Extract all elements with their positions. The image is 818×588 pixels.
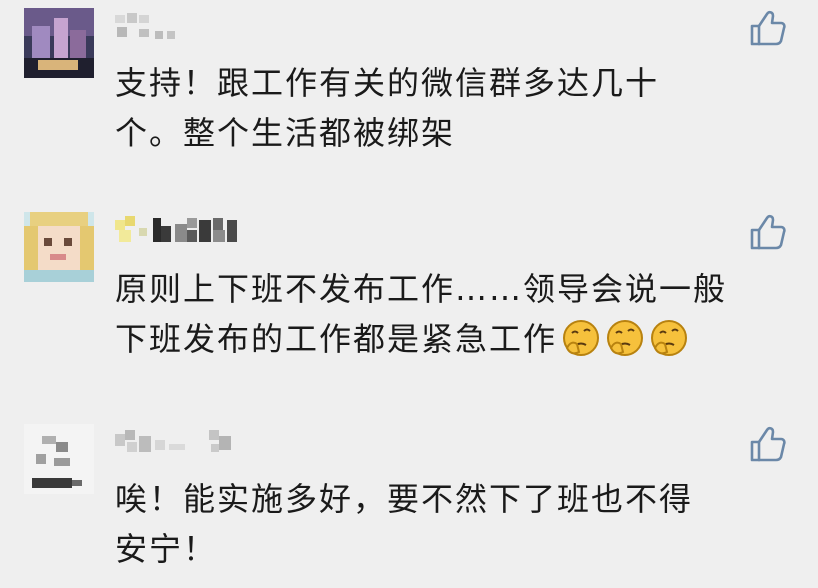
comment-text-line-2: 个。整个生活都被绑架 [115, 114, 456, 152]
username-pixelated[interactable] [115, 212, 295, 248]
username-pixelated[interactable] [115, 8, 295, 44]
thinking-face-emoji [649, 318, 689, 358]
thumbs-up-icon[interactable] [748, 212, 788, 252]
avatar[interactable] [24, 8, 94, 78]
thinking-face-emoji [605, 318, 645, 358]
comment-text-line-2: 安宁！ [115, 530, 218, 568]
comment-text: 原则上下班不发布工作……领导会说一般 下班发布的工作都是紧急工作 [115, 264, 785, 364]
comment-text-line-1: 唉！能实施多好，要不然下了班也不得 [115, 480, 694, 518]
comment-item: 原则上下班不发布工作……领导会说一般 下班发布的工作都是紧急工作 [0, 212, 818, 402]
thumbs-up-icon[interactable] [748, 8, 788, 48]
comment-text: 支持！跟工作有关的微信群多达几十 个。整个生活都被绑架 [115, 58, 785, 158]
comment-text-line-1: 支持！跟工作有关的微信群多达几十 [115, 64, 660, 102]
avatar[interactable] [24, 212, 94, 282]
thumbs-up-icon[interactable] [748, 424, 788, 464]
comment-item: 唉！能实施多好，要不然下了班也不得 安宁！ [0, 424, 818, 588]
comment-item: 支持！跟工作有关的微信群多达几十 个。整个生活都被绑架 [0, 8, 818, 188]
thinking-face-emoji [561, 318, 601, 358]
comment-text: 唉！能实施多好，要不然下了班也不得 安宁！ [115, 474, 785, 574]
comment-text-line-2: 下班发布的工作都是紧急工作 [115, 320, 558, 358]
avatar[interactable] [24, 424, 94, 494]
comment-text-line-1: 原则上下班不发布工作……领导会说一般 [115, 270, 728, 308]
username-pixelated[interactable] [115, 424, 295, 460]
